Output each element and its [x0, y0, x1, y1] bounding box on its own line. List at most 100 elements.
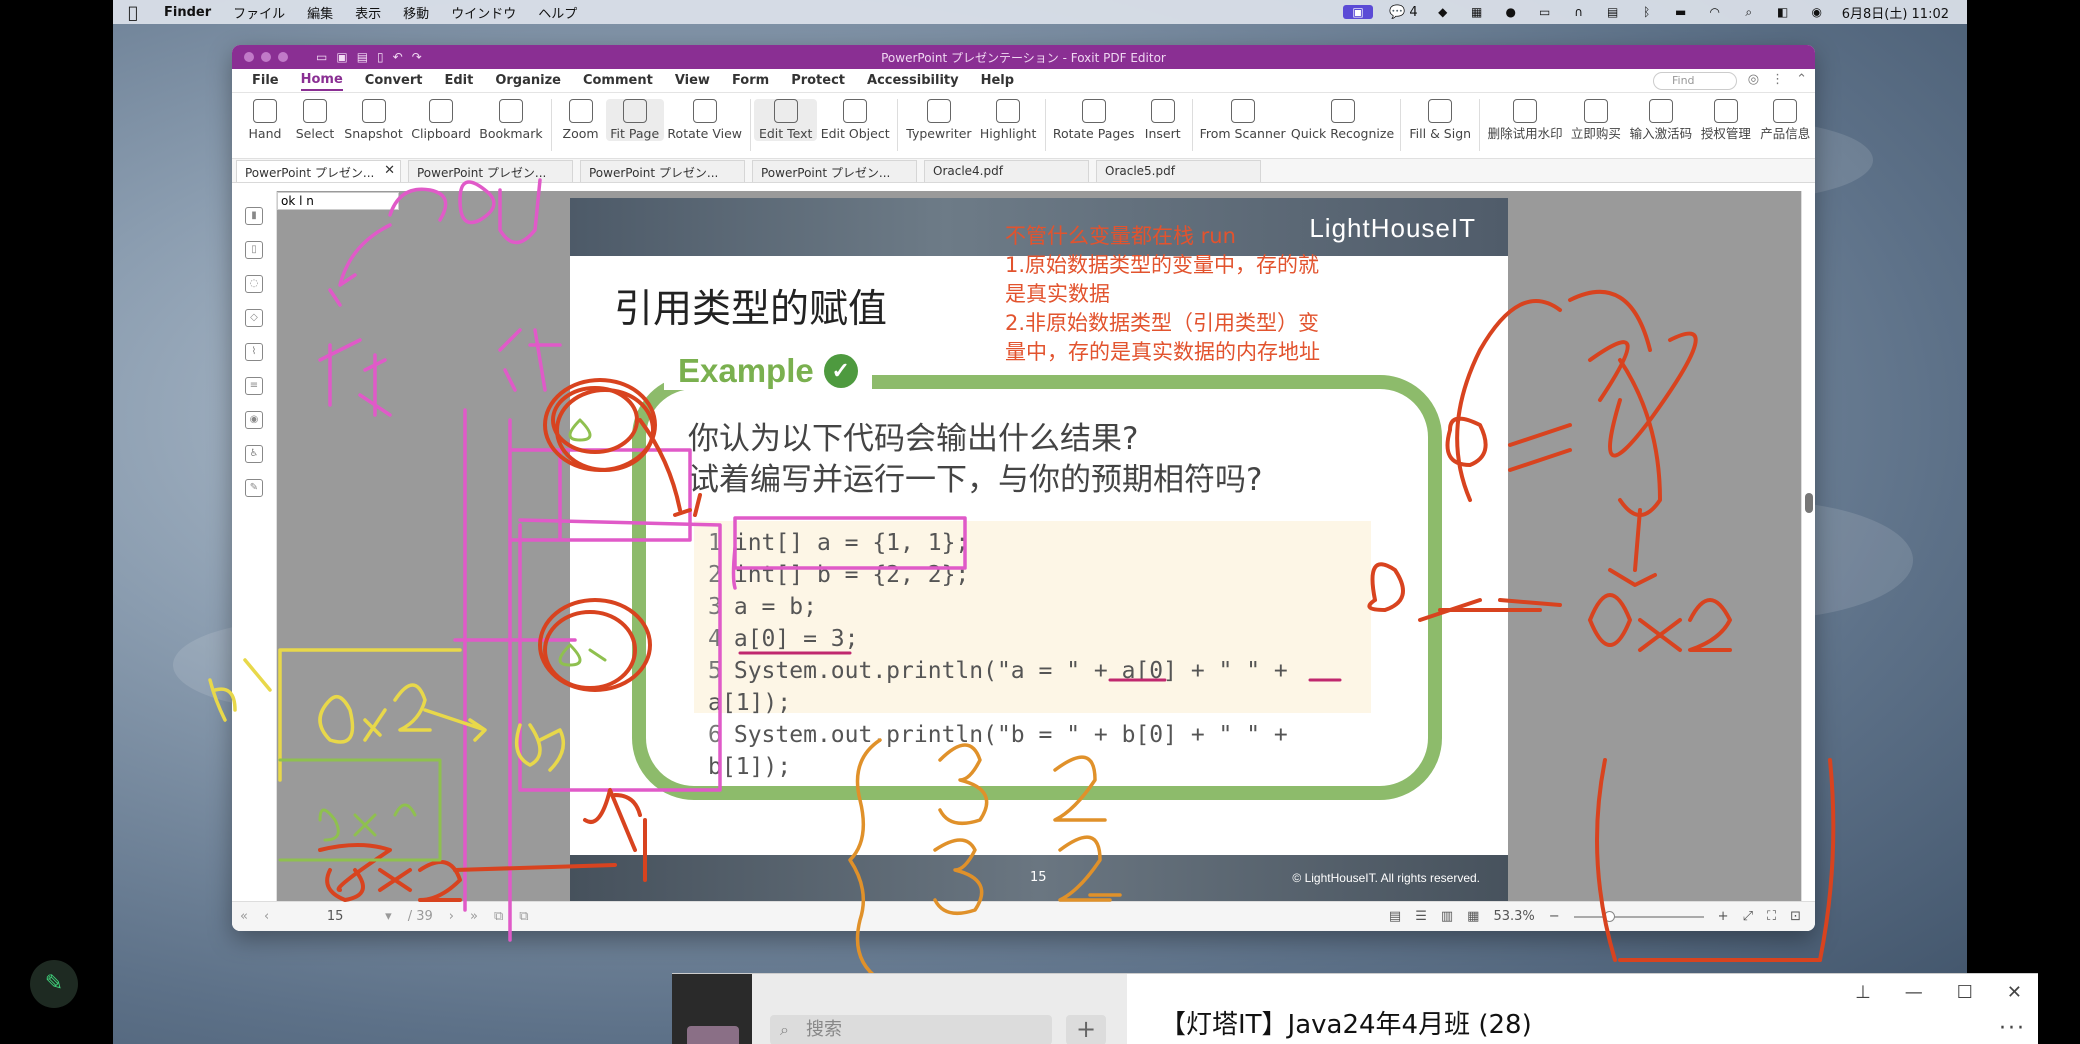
- menu-file[interactable]: File: [252, 71, 279, 90]
- scrollbar-thumb[interactable]: [1805, 493, 1813, 513]
- app-grid-icon[interactable]: ▦: [1468, 5, 1486, 19]
- menubar-item-view[interactable]: 表示: [344, 3, 392, 22]
- zoom-window-button[interactable]: [278, 52, 288, 62]
- headphones-icon[interactable]: ∩: [1570, 5, 1588, 19]
- menubar-item-edit[interactable]: 編集: [296, 3, 344, 22]
- facing-view-icon[interactable]: ▥: [1441, 909, 1453, 924]
- ribbon-clipboard-button[interactable]: Clipboard: [407, 99, 475, 141]
- pin-icon[interactable]: ⊥: [1855, 982, 1871, 1003]
- ribbon-key-button[interactable]: 输入激活码: [1626, 99, 1697, 141]
- battery-icon[interactable]: ▬: [1672, 5, 1690, 19]
- paste-page-icon[interactable]: ⧉: [519, 909, 528, 924]
- screen-share-icon[interactable]: ▣: [1343, 5, 1374, 19]
- document-tab[interactable]: PowerPoint プレゼン...: [408, 160, 573, 182]
- menu-protect[interactable]: Protect: [791, 71, 845, 90]
- menu-convert[interactable]: Convert: [365, 71, 423, 90]
- account-icon[interactable]: ◎: [1748, 72, 1759, 87]
- siri-icon[interactable]: ◉: [1808, 5, 1826, 19]
- document-tab[interactable]: Oracle5.pdf: [1096, 160, 1261, 182]
- maximize-icon[interactable]: ☐: [1957, 982, 1973, 1003]
- continuous-view-icon[interactable]: ☰: [1415, 909, 1427, 924]
- document-tab[interactable]: Oracle4.pdf: [924, 160, 1089, 182]
- wechat-status[interactable]: 💬 4: [1389, 5, 1418, 20]
- single-page-view-icon[interactable]: ▤: [1389, 909, 1401, 924]
- close-icon[interactable]: ✕: [2007, 982, 2022, 1003]
- ribbon-license-button[interactable]: 授权管理: [1696, 99, 1755, 141]
- zoom-slider-knob[interactable]: [1603, 910, 1615, 922]
- bookmark-panel-icon[interactable]: ▮: [245, 207, 263, 225]
- file-info-panel-icon[interactable]: ≡: [245, 377, 263, 395]
- continuous-facing-view-icon[interactable]: ▦: [1467, 909, 1479, 924]
- ribbon-cart-button[interactable]: 立即购买: [1566, 99, 1625, 141]
- menubar-item-help[interactable]: ヘルプ: [527, 3, 588, 22]
- ribbon-hand-button[interactable]: Hand: [240, 99, 290, 141]
- spotlight-search-icon[interactable]: ⌕: [1740, 5, 1758, 19]
- page-number-input[interactable]: 15: [285, 906, 386, 927]
- ribbon-rotate-view-button[interactable]: Rotate View: [664, 99, 746, 141]
- close-tab-icon[interactable]: ✕: [384, 163, 395, 178]
- ribbon-rotate-pages-button[interactable]: Rotate Pages: [1050, 99, 1138, 141]
- wifi-icon[interactable]: ◠: [1706, 5, 1724, 19]
- ribbon-bookmark-button[interactable]: Bookmark: [475, 99, 546, 141]
- menubar-item-file[interactable]: ファイル: [222, 3, 296, 22]
- pages-panel-icon[interactable]: ▯: [245, 241, 263, 259]
- menubar-item-window[interactable]: ウインドウ: [440, 3, 527, 22]
- zoom-slider[interactable]: [1573, 910, 1704, 922]
- input-method-icon[interactable]: ▤: [1604, 5, 1622, 19]
- accessibility-panel-icon[interactable]: ♿: [245, 445, 263, 463]
- more-icon[interactable]: ···: [1999, 1016, 2026, 1041]
- menu-organize[interactable]: Organize: [495, 71, 561, 90]
- chat-search-input[interactable]: ⌕ 搜索: [770, 1015, 1052, 1044]
- fullscreen-icon[interactable]: ⛶: [1767, 909, 1776, 924]
- ribbon-insert-button[interactable]: Insert: [1138, 99, 1188, 141]
- ribbon-scanner-button[interactable]: From Scanner: [1197, 99, 1289, 141]
- app-status-icon[interactable]: ◆: [1434, 5, 1452, 19]
- zoom-level[interactable]: 53.3%: [1493, 909, 1534, 924]
- undo-icon[interactable]: ↶: [393, 50, 403, 64]
- ribbon-edit-object-button[interactable]: Edit Object: [817, 99, 893, 141]
- comments-panel-icon[interactable]: ◌: [245, 275, 263, 293]
- more-options-icon[interactable]: ⋮: [1771, 72, 1784, 87]
- redo-icon[interactable]: ↷: [412, 50, 422, 64]
- annotate-pen-button[interactable]: ✎: [30, 960, 78, 1008]
- minimize-window-button[interactable]: [261, 52, 271, 62]
- document-tab[interactable]: PowerPoint プレゼン... ✕: [236, 160, 401, 182]
- menu-accessibility[interactable]: Accessibility: [867, 71, 959, 90]
- menu-comment[interactable]: Comment: [583, 71, 653, 90]
- zoom-in-icon[interactable]: +: [1718, 909, 1729, 924]
- annotation-note-box[interactable]: ok l n: [277, 192, 399, 210]
- minimize-icon[interactable]: —: [1905, 982, 1923, 1003]
- close-window-button[interactable]: [244, 52, 254, 62]
- menubar-clock[interactable]: 6月8日(土) 11:02: [1842, 3, 1949, 22]
- layers-panel-icon[interactable]: ◇: [245, 309, 263, 327]
- zoom-out-icon[interactable]: −: [1549, 909, 1560, 924]
- fit-width-icon[interactable]: ⤢: [1743, 909, 1753, 924]
- menubar-item-go[interactable]: 移動: [392, 3, 440, 22]
- ribbon-highlight-button[interactable]: Highlight: [976, 99, 1041, 141]
- notification-icon[interactable]: ●: [1502, 5, 1520, 19]
- ribbon-watermark-button[interactable]: 删除试用水印: [1484, 99, 1566, 141]
- vertical-scrollbar[interactable]: [1801, 191, 1815, 901]
- open-folder-icon[interactable]: ▭: [316, 50, 327, 64]
- ribbon-edit-text-button[interactable]: Edit Text: [754, 99, 817, 141]
- document-tab[interactable]: PowerPoint プレゼン...: [580, 160, 745, 182]
- menu-form[interactable]: Form: [732, 71, 769, 90]
- add-chat-button[interactable]: +: [1066, 1015, 1106, 1044]
- menu-edit[interactable]: Edit: [444, 71, 473, 90]
- new-doc-icon[interactable]: ▯: [377, 50, 384, 64]
- document-tab[interactable]: PowerPoint プレゼン...: [752, 160, 917, 182]
- location-panel-icon[interactable]: ◉: [245, 411, 263, 429]
- first-page-icon[interactable]: «: [240, 909, 248, 924]
- copy-page-icon[interactable]: ⧉: [494, 909, 503, 924]
- ribbon-fit-page-button[interactable]: Fit Page: [605, 99, 664, 141]
- car-icon[interactable]: ▭: [1536, 5, 1554, 19]
- ribbon-select-button[interactable]: Select: [290, 99, 340, 141]
- print-icon[interactable]: ▤: [357, 50, 368, 64]
- signature-panel-icon[interactable]: ✎: [245, 479, 263, 497]
- read-mode-icon[interactable]: ⊡: [1790, 909, 1801, 924]
- attachments-panel-icon[interactable]: ⌇: [245, 343, 263, 361]
- ribbon-zoom-button[interactable]: Zoom: [556, 99, 606, 141]
- control-center-icon[interactable]: ◧: [1774, 5, 1792, 19]
- apple-icon[interactable]: : [113, 3, 153, 22]
- last-page-icon[interactable]: »: [470, 909, 478, 924]
